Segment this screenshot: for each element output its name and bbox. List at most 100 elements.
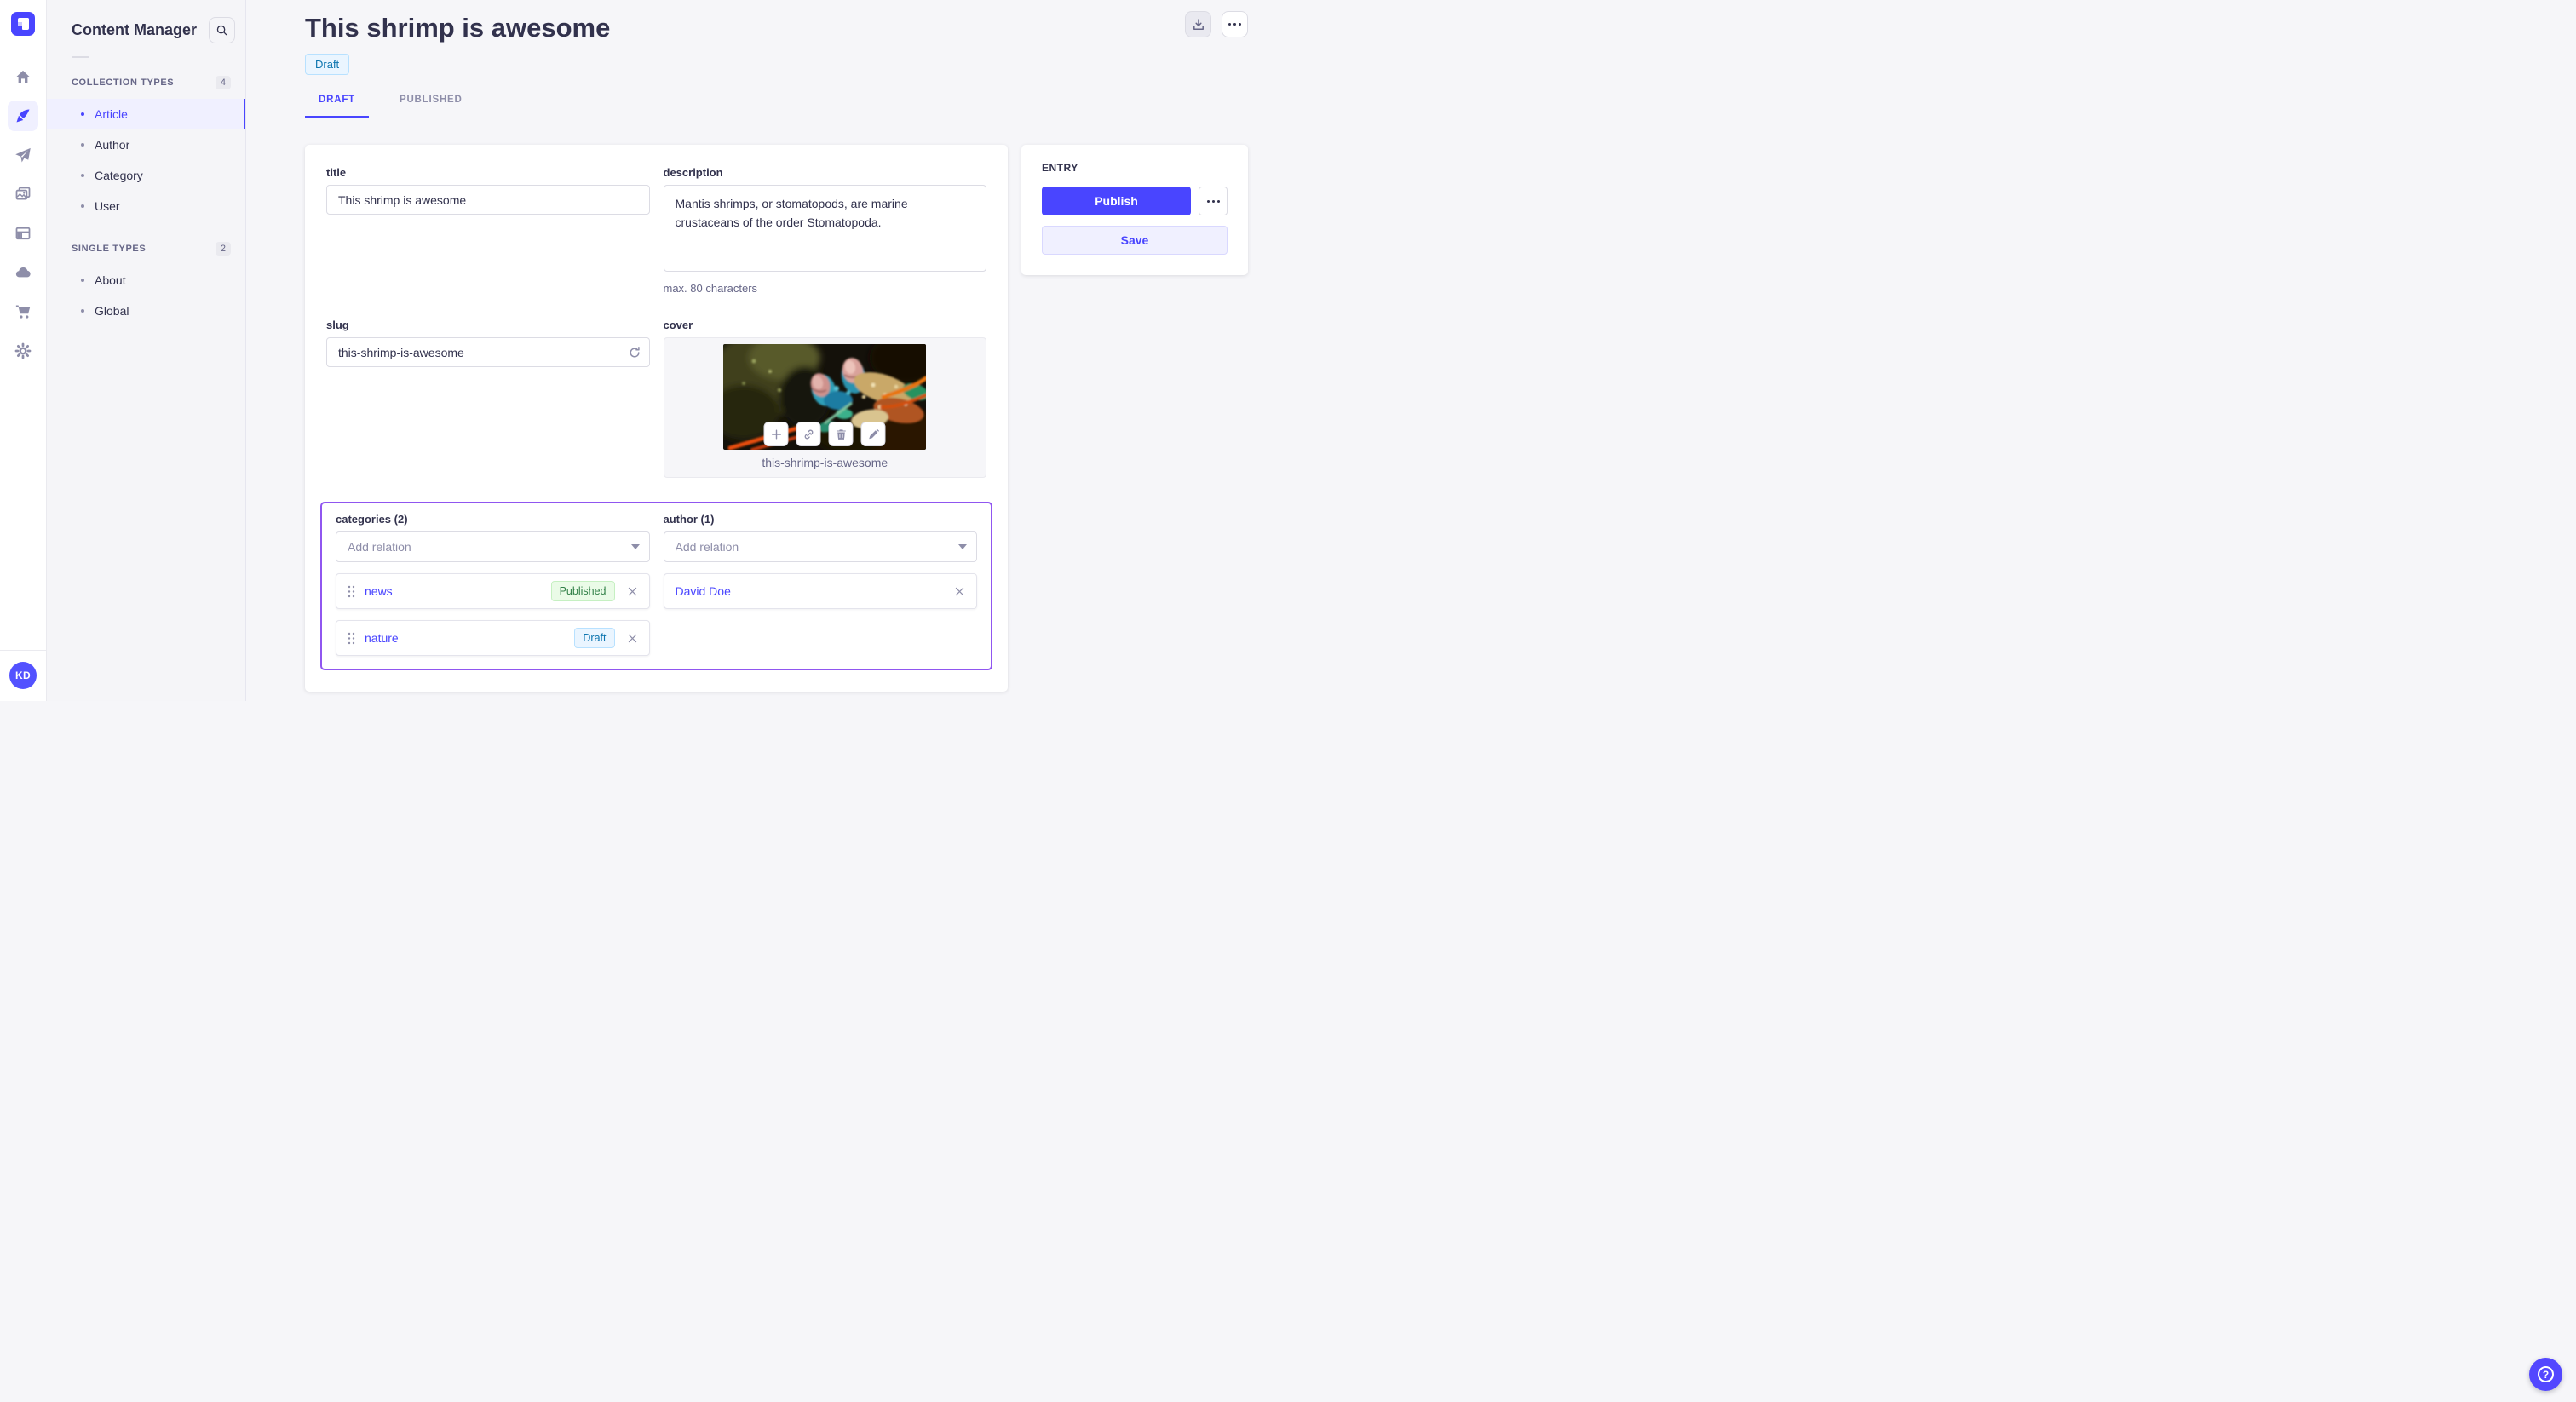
page-title: This shrimp is awesome — [305, 13, 611, 43]
divider-dash — [72, 56, 89, 58]
sidebar-item-global[interactable]: Global — [47, 296, 245, 326]
add-asset-button[interactable] — [763, 422, 789, 447]
field-categories: categories (2) news — [336, 513, 650, 657]
refresh-icon — [630, 346, 640, 358]
field-cover: cover this-shrimp-is-awesome — [663, 319, 986, 479]
edit-asset-button[interactable] — [860, 422, 886, 447]
more-options-button[interactable] — [1222, 11, 1248, 37]
bullet-icon — [81, 174, 84, 177]
delete-asset-button[interactable] — [828, 422, 854, 447]
tab-published[interactable]: PUBLISHED — [386, 95, 476, 118]
sidebar-item-about[interactable]: About — [47, 265, 245, 296]
question-mark-icon: ? — [2538, 1366, 2554, 1382]
entry-panel: ENTRY Publish Save — [1021, 145, 1248, 276]
link-icon — [804, 429, 814, 440]
bullet-icon — [81, 112, 84, 116]
remove-relation-button[interactable] — [954, 586, 965, 597]
relation-link-news[interactable]: news — [365, 584, 393, 598]
content-manager-icon[interactable] — [8, 101, 38, 131]
author-combobox — [663, 531, 977, 563]
relation-row-news: news Published — [336, 573, 650, 610]
cloud-icon[interactable] — [8, 257, 38, 288]
edit-form-card: title description Mantis shrimps, or sto… — [305, 145, 1008, 692]
slug-input[interactable] — [326, 337, 650, 368]
categories-add-relation-input[interactable] — [336, 531, 650, 563]
settings-gear-icon[interactable] — [8, 336, 38, 366]
relation-status-badge: Draft — [574, 628, 615, 649]
title-label: title — [326, 166, 347, 180]
home-icon[interactable] — [8, 61, 38, 92]
chevron-down-icon — [958, 544, 967, 550]
collection-types-count-badge: 4 — [215, 76, 231, 89]
layout-icon[interactable] — [8, 218, 38, 249]
status-badge: Draft — [305, 54, 350, 76]
import-export-button[interactable] — [1185, 11, 1211, 37]
sidebar-item-category[interactable]: Category — [47, 160, 245, 191]
copy-link-button[interactable] — [796, 422, 821, 447]
strapi-logo-icon — [11, 12, 35, 36]
bullet-icon — [81, 143, 84, 147]
search-icon — [216, 25, 227, 36]
section-label-collection-types: COLLECTION TYPES — [72, 78, 175, 88]
cover-label: cover — [663, 319, 693, 332]
pencil-icon — [869, 428, 879, 439]
relation-row-nature: nature Draft — [336, 620, 650, 657]
download-icon — [1193, 18, 1204, 30]
slug-label: slug — [326, 319, 349, 332]
main-nav: KD — [0, 0, 47, 701]
relations-section: categories (2) news — [320, 502, 992, 671]
save-button[interactable]: Save — [1042, 226, 1228, 256]
single-types-count-badge: 2 — [215, 242, 231, 256]
remove-relation-button[interactable] — [627, 633, 638, 644]
relation-link-david-doe[interactable]: David Doe — [676, 584, 731, 598]
description-hint: max. 80 characters — [663, 282, 758, 296]
entry-panel-title: ENTRY — [1042, 162, 1078, 175]
description-textarea[interactable]: Mantis shrimps, or stomatopods, are mari… — [663, 185, 986, 273]
cover-filename: this-shrimp-is-awesome — [762, 456, 888, 470]
sidebar-item-author[interactable]: Author — [47, 129, 245, 160]
content-manager-sidebar: Content Manager COLLECTION TYPES 4 Artic… — [47, 0, 246, 701]
categories-label: categories (2) — [336, 513, 408, 526]
title-input[interactable] — [326, 185, 650, 215]
regenerate-slug-button[interactable] — [624, 341, 647, 364]
user-avatar[interactable]: KD — [9, 662, 37, 689]
relation-link-nature[interactable]: nature — [365, 631, 399, 645]
main-content: This shrimp is awesome Draft DRAFT PUBLI… — [246, 0, 1288, 701]
field-description: description Mantis shrimps, or stomatopo… — [663, 166, 986, 296]
tab-draft[interactable]: DRAFT — [305, 95, 369, 119]
relation-row-david-doe: David Doe — [663, 573, 977, 610]
drag-handle-icon[interactable] — [348, 632, 355, 645]
entry-more-button[interactable] — [1199, 187, 1228, 216]
chevron-down-icon — [630, 544, 640, 550]
media-library-icon[interactable] — [8, 179, 38, 210]
cover-image — [723, 344, 927, 451]
bullet-icon — [81, 204, 84, 208]
more-horizontal-icon — [1206, 199, 1220, 203]
close-icon — [955, 587, 964, 595]
remove-relation-button[interactable] — [627, 586, 638, 597]
categories-combobox — [336, 531, 650, 563]
field-slug: slug — [326, 319, 650, 478]
drag-handle-icon[interactable] — [348, 585, 355, 598]
sidebar-item-article[interactable]: Article — [47, 99, 245, 129]
bullet-icon — [81, 279, 84, 282]
more-horizontal-icon — [1228, 23, 1241, 26]
search-button[interactable] — [209, 17, 235, 43]
version-tabs: DRAFT PUBLISHED — [305, 95, 1248, 119]
bullet-icon — [81, 309, 84, 313]
description-label: description — [663, 166, 723, 180]
publish-button[interactable]: Publish — [1042, 187, 1191, 216]
author-add-relation-input[interactable] — [663, 531, 977, 563]
divider — [0, 650, 46, 651]
sidebar-item-user[interactable]: User — [47, 191, 245, 221]
subnav-title: Content Manager — [72, 21, 198, 38]
help-button[interactable]: ? — [2529, 1358, 2562, 1391]
cart-icon[interactable] — [8, 296, 38, 327]
author-label: author (1) — [663, 513, 715, 526]
section-label-single-types: SINGLE TYPES — [72, 244, 147, 254]
send-icon[interactable] — [8, 140, 38, 170]
trash-icon — [837, 429, 846, 440]
close-icon — [628, 634, 636, 642]
field-author: author (1) David Doe — [663, 513, 977, 656]
relation-status-badge: Published — [550, 581, 615, 602]
